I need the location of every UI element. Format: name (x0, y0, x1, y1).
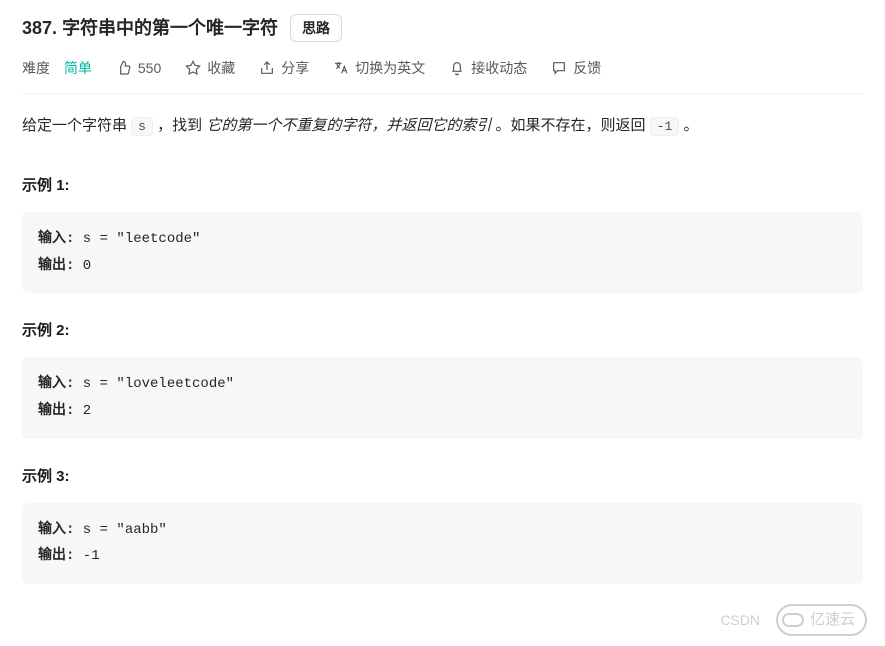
problem-header: 387. 字符串中的第一个唯一字符 思路 (22, 14, 863, 43)
problem-description: 给定一个字符串 s ，找到 它的第一个不重复的字符，并返回它的索引 。如果不存在… (22, 114, 863, 138)
input-label: 输入: (38, 522, 74, 538)
output-label: 输出: (38, 258, 74, 274)
example-code: 输入: s = "loveleetcode" 输出: 2 (22, 357, 863, 438)
input-value: s = "aabb" (74, 522, 166, 538)
problem-name: 字符串中的第一个唯一字符 (62, 18, 278, 38)
translate-label: 切换为英文 (355, 57, 425, 79)
code-inline-s: s (131, 117, 153, 136)
translate-icon (333, 60, 349, 76)
difficulty-label: 难度 (22, 60, 50, 76)
comment-icon (551, 60, 567, 76)
input-label: 输入: (38, 231, 74, 247)
translate-button[interactable]: 切换为英文 (333, 57, 425, 79)
example-title: 示例 2: (22, 319, 863, 343)
feedback-label: 反馈 (573, 57, 601, 79)
example-title: 示例 3: (22, 465, 863, 489)
feedback-button[interactable]: 反馈 (551, 57, 601, 79)
output-value: -1 (74, 548, 99, 564)
cloud-icon (782, 613, 804, 627)
watermark: CSDN 亿速云 (720, 604, 867, 636)
hint-button[interactable]: 思路 (290, 14, 342, 42)
watermark-yisuyun: 亿速云 (776, 604, 867, 636)
subscribe-button[interactable]: 接收动态 (449, 57, 527, 79)
difficulty-value: 简单 (64, 60, 92, 76)
share-icon (259, 60, 275, 76)
like-button[interactable]: 550 (116, 57, 161, 79)
desc-italic: 它的第一个不重复的字符，并返回它的索引 (206, 117, 491, 134)
input-value: s = "leetcode" (74, 231, 200, 247)
example-code: 输入: s = "leetcode" 输出: 0 (22, 212, 863, 293)
problem-number: 387. (22, 18, 57, 38)
example-title: 示例 1: (22, 174, 863, 198)
toolbar: 难度 简单 550 收藏 分享 切换为英文 接收动态 反馈 (22, 57, 863, 94)
output-value: 0 (74, 258, 91, 274)
bell-icon (449, 60, 465, 76)
desc-text: ，找到 (153, 117, 206, 134)
favorite-label: 收藏 (207, 57, 235, 79)
example-1: 示例 1: 输入: s = "leetcode" 输出: 0 (22, 174, 863, 293)
output-label: 输出: (38, 403, 74, 419)
output-value: 2 (74, 403, 91, 419)
watermark-csdn: CSDN (720, 609, 760, 631)
favorite-button[interactable]: 收藏 (185, 57, 235, 79)
problem-title: 387. 字符串中的第一个唯一字符 (22, 14, 278, 43)
share-button[interactable]: 分享 (259, 57, 309, 79)
thumbs-up-icon (116, 60, 132, 76)
difficulty: 难度 简单 (22, 57, 92, 79)
subscribe-label: 接收动态 (471, 57, 527, 79)
star-icon (185, 60, 201, 76)
example-2: 示例 2: 输入: s = "loveleetcode" 输出: 2 (22, 319, 863, 438)
input-value: s = "loveleetcode" (74, 376, 234, 392)
watermark-text: 亿速云 (810, 608, 855, 632)
code-inline-neg1: -1 (650, 117, 680, 136)
desc-text: 给定一个字符串 (22, 117, 131, 134)
desc-text: 。 (679, 117, 698, 134)
example-code: 输入: s = "aabb" 输出: -1 (22, 503, 863, 584)
example-3: 示例 3: 输入: s = "aabb" 输出: -1 (22, 465, 863, 584)
desc-text: 。如果不存在，则返回 (491, 117, 649, 134)
input-label: 输入: (38, 376, 74, 392)
like-count: 550 (138, 57, 161, 79)
output-label: 输出: (38, 548, 74, 564)
share-label: 分享 (281, 57, 309, 79)
